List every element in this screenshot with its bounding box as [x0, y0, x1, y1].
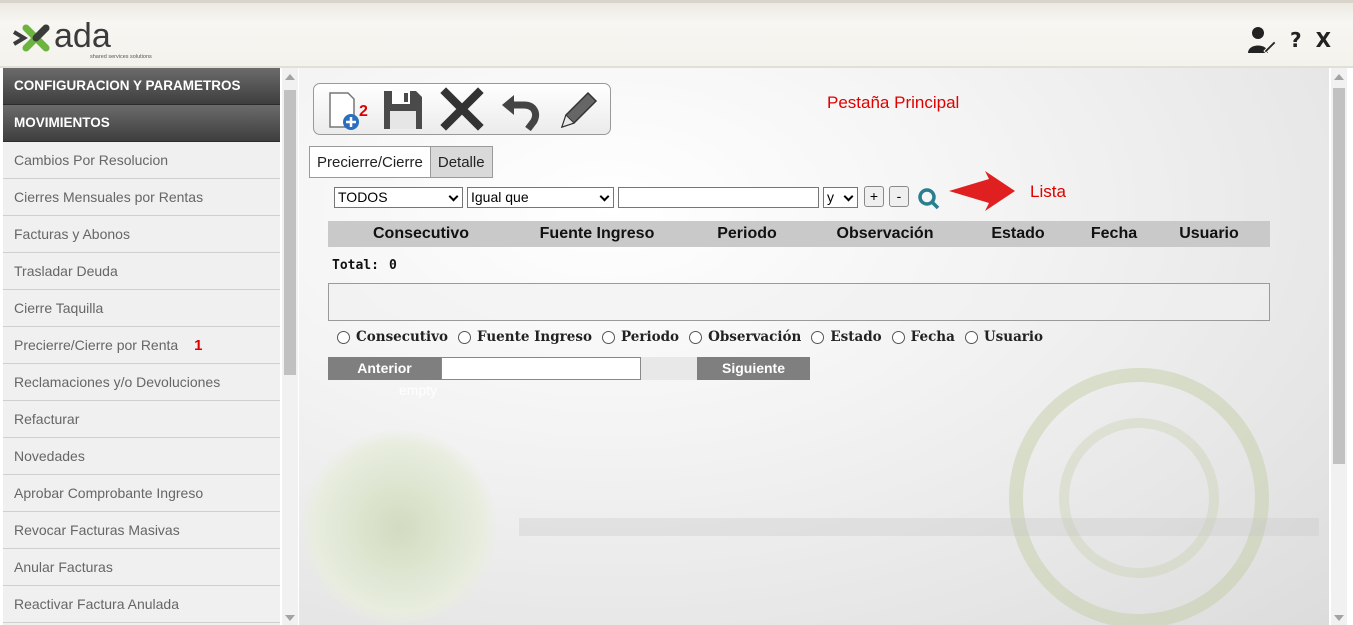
- annotation-marker-2: 2: [359, 103, 368, 120]
- sort-label: Observación: [708, 329, 802, 345]
- add-filter-button[interactable]: +: [864, 186, 884, 207]
- sidebar-item-reclamaciones[interactable]: Reclamaciones y/o Devoluciones: [3, 364, 280, 401]
- next-page-button[interactable]: Siguiente: [697, 357, 810, 380]
- sort-radio-fuente-ingreso[interactable]: [458, 330, 472, 344]
- sort-label: Usuario: [983, 329, 1044, 345]
- user-settings-icon[interactable]: [1246, 25, 1276, 55]
- sidebar-item-cierre-taquilla[interactable]: Cierre Taquilla: [3, 290, 280, 327]
- save-icon[interactable]: [378, 87, 426, 131]
- column-header[interactable]: Consecutivo: [328, 225, 514, 243]
- search-icon[interactable]: [916, 186, 940, 210]
- background-decoration: [519, 518, 1319, 536]
- sort-radio-observacion[interactable]: [689, 330, 703, 344]
- filter-operator-select[interactable]: Igual que: [467, 187, 614, 208]
- sort-label: Periodo: [620, 329, 680, 345]
- column-header[interactable]: Estado: [956, 225, 1080, 243]
- pagination: Anterior Siguiente: [328, 357, 810, 380]
- sidebar-item-facturas-y-abonos[interactable]: Facturas y Abonos: [3, 216, 280, 253]
- previous-page-button[interactable]: Anterior: [328, 357, 441, 380]
- logo-text: ada: [54, 17, 111, 55]
- column-header[interactable]: Observación: [814, 225, 956, 243]
- filter-logic-select[interactable]: y: [823, 187, 858, 208]
- edit-icon[interactable]: [554, 87, 602, 131]
- total-value: 0: [388, 258, 397, 273]
- sort-radio-periodo[interactable]: [601, 330, 615, 344]
- scroll-up-icon[interactable]: [1334, 74, 1344, 80]
- background-decoration: [1059, 418, 1219, 578]
- help-icon[interactable]: ?: [1290, 28, 1302, 52]
- filter-field-select[interactable]: TODOS: [334, 187, 463, 208]
- scroll-down-icon[interactable]: [1334, 615, 1344, 621]
- column-header[interactable]: Periodo: [680, 225, 814, 243]
- scrollbar-thumb[interactable]: [1333, 88, 1345, 464]
- page-spacer: [641, 357, 697, 380]
- sort-radio-usuario[interactable]: [964, 330, 978, 344]
- ada-logo: ada shared services solutions: [12, 17, 152, 60]
- sidebar-item-label: Precierre/Cierre por Renta: [14, 337, 179, 353]
- annotation-title: Pestaña Principal: [827, 93, 960, 112]
- sort-options: Consecutivo Fuente Ingreso Periodo Obser…: [337, 329, 1053, 345]
- column-header[interactable]: Fecha: [1080, 225, 1148, 243]
- scrollbar-thumb[interactable]: [284, 90, 296, 375]
- sort-radio-fecha[interactable]: [891, 330, 905, 344]
- app-header: ada shared services solutions ? X: [0, 0, 1353, 68]
- main-panel: 2 Pestaña Principal Precierre/Cierre Det…: [299, 68, 1329, 625]
- sidebar-item-cierres-mensuales[interactable]: Cierres Mensuales por Rentas: [3, 179, 280, 216]
- scroll-up-icon[interactable]: [285, 74, 295, 80]
- filter-value-input[interactable]: [618, 187, 819, 208]
- background-decoration: [299, 428, 499, 625]
- sidebar-item-precierre-cierre[interactable]: Precierre/Cierre por Renta 1: [3, 327, 280, 364]
- menu-section-movimientos[interactable]: MOVIMIENTOS: [3, 105, 280, 142]
- column-header[interactable]: Usuario: [1148, 225, 1270, 243]
- sidebar-item-cambios-por-resolucion[interactable]: Cambios Por Resolucion: [3, 142, 280, 179]
- tab-detalle[interactable]: Detalle: [430, 146, 493, 178]
- sort-radio-estado[interactable]: [811, 330, 825, 344]
- tab-bar: Precierre/Cierre Detalle: [309, 146, 493, 178]
- total-label: Total:: [332, 258, 379, 273]
- annotation-marker-1: 1: [194, 337, 203, 354]
- sort-label: Estado: [830, 329, 882, 345]
- close-icon[interactable]: X: [1316, 28, 1331, 52]
- scroll-down-icon[interactable]: [285, 615, 295, 621]
- sidebar-item-revocar-facturas[interactable]: Revocar Facturas Masivas: [3, 512, 280, 549]
- column-header[interactable]: Fuente Ingreso: [514, 225, 680, 243]
- annotation-arrow-icon: [949, 171, 1015, 211]
- main-scrollbar[interactable]: [1331, 68, 1347, 625]
- menu-section-configuracion[interactable]: CONFIGURACION Y PARAMETROS: [3, 68, 280, 105]
- tab-precierre-cierre[interactable]: Precierre/Cierre: [309, 146, 431, 178]
- empty-text: empty: [399, 382, 438, 398]
- sidebar-item-trasladar-deuda[interactable]: Trasladar Deuda: [3, 253, 280, 290]
- action-toolbar: 2: [313, 83, 611, 135]
- sidebar-menu: CONFIGURACION Y PARAMETROS MOVIMIENTOS C…: [3, 68, 280, 625]
- sort-label: Consecutivo: [356, 329, 449, 345]
- sidebar-item-aprobar-comprobante[interactable]: Aprobar Comprobante Ingreso: [3, 475, 280, 512]
- table-header: Consecutivo Fuente Ingreso Periodo Obser…: [328, 221, 1270, 247]
- undo-icon[interactable]: [498, 87, 546, 131]
- annotation-lista: Lista: [1030, 182, 1066, 201]
- sidebar-item-reactivar-factura[interactable]: Reactivar Factura Anulada: [3, 586, 280, 623]
- total-row: Total: 0: [332, 258, 397, 273]
- page-input[interactable]: [441, 357, 641, 380]
- remove-filter-button[interactable]: -: [889, 186, 909, 207]
- sidebar-item-anular-facturas[interactable]: Anular Facturas: [3, 549, 280, 586]
- results-grid[interactable]: [328, 283, 1270, 321]
- sort-label: Fuente Ingreso: [477, 329, 592, 345]
- sort-radio-consecutivo[interactable]: [337, 330, 350, 344]
- logo-tagline: shared services solutions: [90, 54, 152, 60]
- sidebar-scrollbar[interactable]: [282, 68, 298, 625]
- sort-label: Fecha: [910, 329, 955, 345]
- sidebar-item-novedades[interactable]: Novedades: [3, 438, 280, 475]
- delete-icon[interactable]: [438, 87, 486, 131]
- sidebar-item-refacturar[interactable]: Refacturar: [3, 401, 280, 438]
